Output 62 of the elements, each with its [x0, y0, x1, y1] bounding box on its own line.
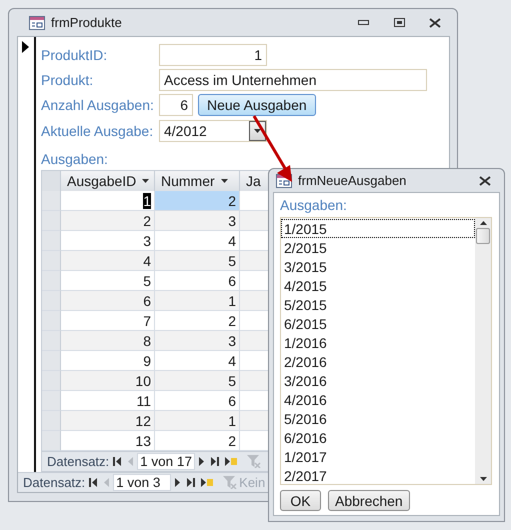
field-label: Aktuelle Ausgabe: [41, 122, 154, 139]
record-position-field[interactable]: 1 von 17 [137, 453, 196, 470]
table-cell: 10 [61, 371, 155, 392]
table-cell: 3 [155, 211, 240, 232]
table-cell: 4 [155, 351, 240, 372]
table-cell: 2 [155, 431, 240, 452]
input-field[interactable]: Access im Unternehmen [159, 69, 427, 92]
navigation-label: Datensatz: [47, 454, 110, 470]
table-cell: 13 [61, 431, 155, 452]
new-issues-button[interactable]: Neue Ausgaben [198, 94, 316, 116]
table-cell: 6 [155, 271, 240, 292]
list-item[interactable]: 6/2015 [281, 314, 475, 333]
dialog-button[interactable]: Abbrechen [328, 490, 410, 511]
list-label: Ausgaben: [280, 197, 348, 213]
list-item[interactable]: 1/2015 [281, 219, 475, 238]
table-cell: 1 [155, 291, 240, 312]
dialog-button[interactable]: OK [280, 490, 321, 511]
window-title: frmNeueAusgaben [298, 173, 408, 188]
column-header[interactable]: AusgabeID [61, 171, 155, 192]
list-item[interactable]: 5/2015 [281, 295, 475, 314]
list-item[interactable]: 4/2015 [281, 276, 475, 295]
table-cell: 11 [61, 391, 155, 412]
table-cell: 6 [155, 391, 240, 412]
table-cell: 5 [155, 251, 240, 272]
list-item[interactable]: 3/2015 [281, 257, 475, 276]
subform-label: Ausgaben: [41, 150, 109, 169]
table-cell: 4 [155, 231, 240, 252]
list-item[interactable]: 1/2016 [281, 333, 475, 352]
list-item[interactable]: 5/2016 [281, 409, 475, 428]
input-field[interactable]: 1 [159, 44, 267, 66]
input-field[interactable]: 6 [159, 94, 193, 116]
table-cell: 6 [61, 291, 155, 312]
table-cell: 9 [61, 351, 155, 372]
table-cell: 1 [61, 191, 155, 212]
table-cell: 5 [61, 271, 155, 292]
table-cell: 4 [61, 251, 155, 272]
list-item[interactable]: 1/2017 [281, 447, 475, 466]
table-cell: 7 [61, 311, 155, 332]
table-cell: 2 [61, 211, 155, 232]
table-cell: 2 [155, 191, 240, 212]
list-item[interactable]: 3/2016 [281, 371, 475, 390]
record-position-field[interactable]: 1 von 3 [113, 474, 172, 491]
field-label: Produkt: [41, 72, 94, 88]
list-item[interactable]: 6/2016 [281, 428, 475, 447]
table-cell: 8 [61, 331, 155, 352]
table-cell: 1 [155, 411, 240, 432]
list-item[interactable]: 2/2015 [281, 238, 475, 257]
list-item[interactable]: 4/2016 [281, 390, 475, 409]
list-item[interactable]: 2/2016 [281, 352, 475, 371]
table-cell: 3 [61, 231, 155, 252]
combo-box[interactable]: 4/2012 [159, 120, 267, 142]
table-cell: 3 [155, 331, 240, 352]
field-label: Anzahl Ausgaben: [41, 97, 154, 114]
list-item[interactable]: 2/2017 [281, 466, 475, 485]
table-cell: 2 [155, 311, 240, 332]
field-label: ProduktID: [41, 46, 108, 63]
table-cell: 12 [61, 411, 155, 432]
list-box[interactable]: 1/2015 2/2015 3/2015 4/2015 5/2015 6/2015 1/2016 2/2016 3/2016 4/2016 5/2016 6/2016 1/2017 2/2017 [280, 217, 492, 485]
table-cell: 5 [155, 371, 240, 392]
navigation-label: Datensatz: [23, 475, 86, 490]
window-title: frmProdukte [51, 15, 123, 30]
column-header[interactable]: Nummer [155, 171, 240, 192]
